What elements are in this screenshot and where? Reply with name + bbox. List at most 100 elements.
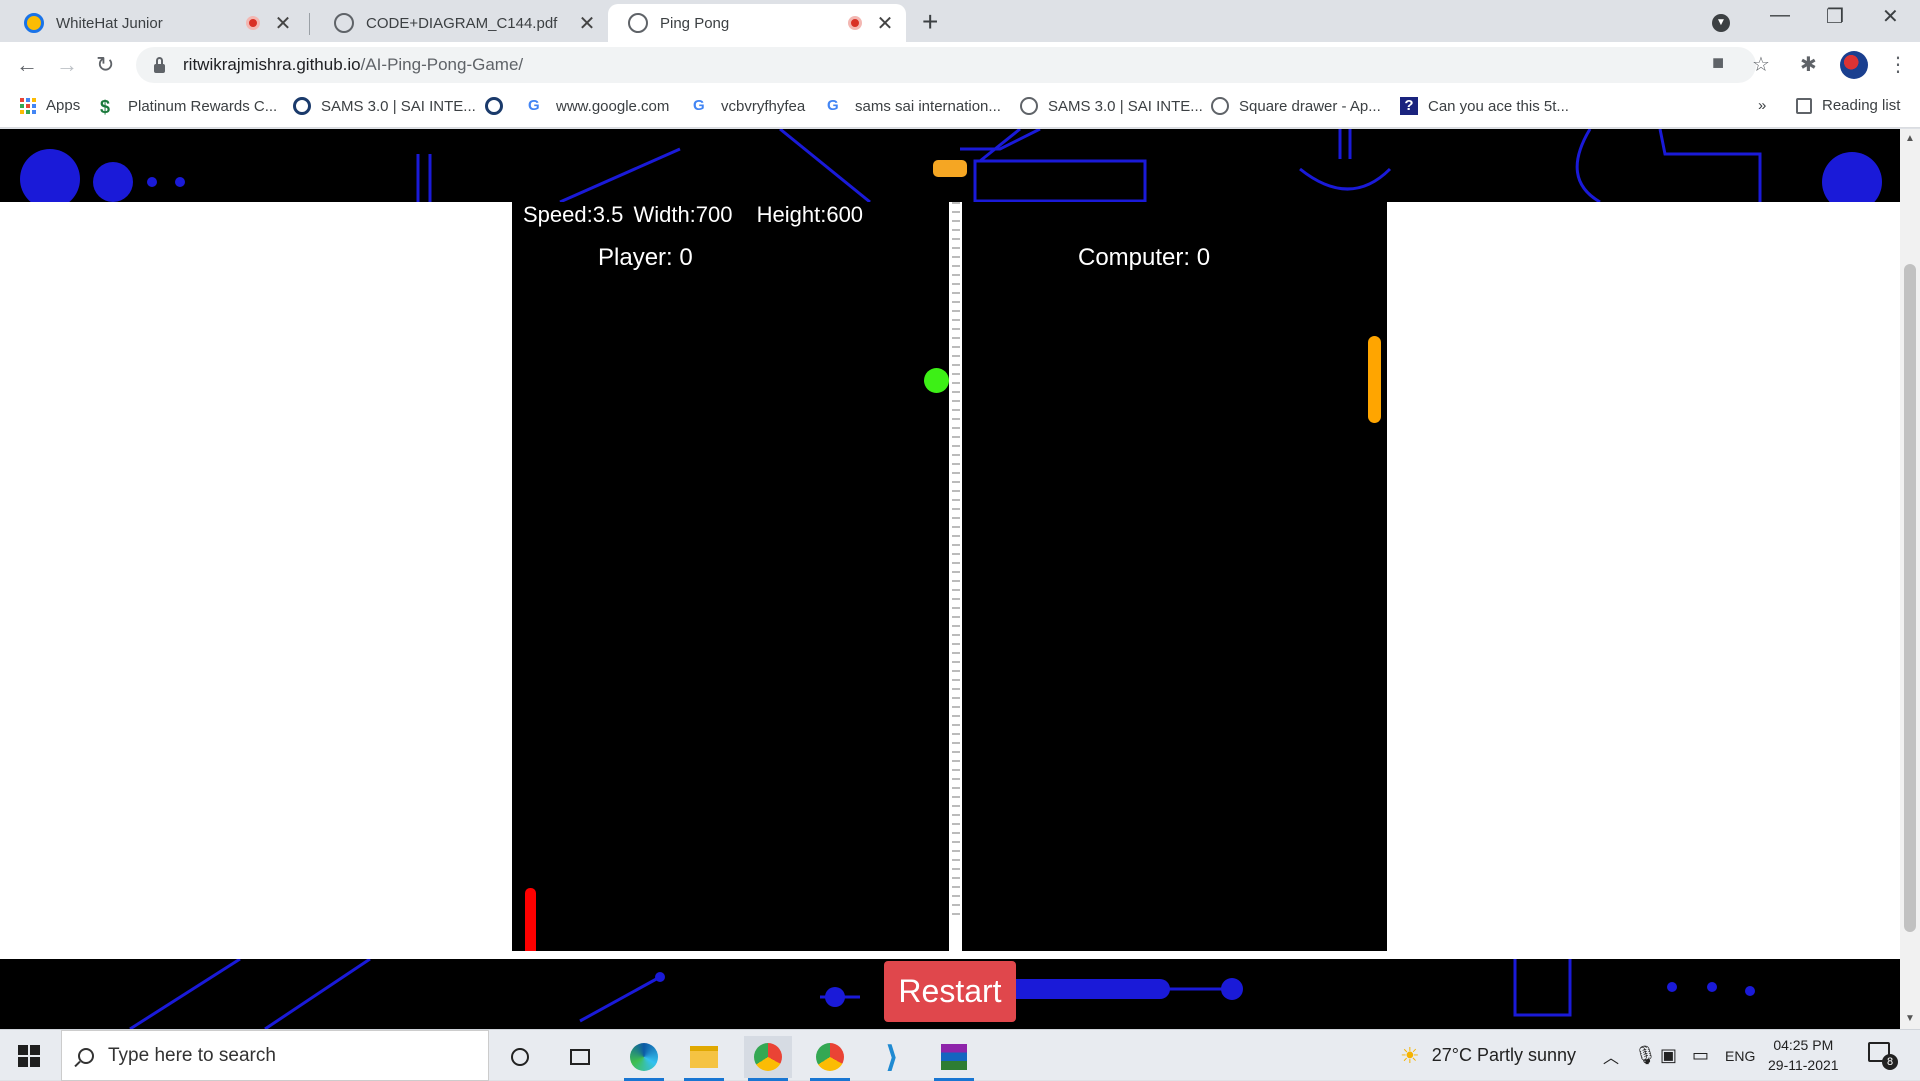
bookmark-apps[interactable]: Apps	[20, 97, 80, 114]
address-bar[interactable]: ritwikrajmishra.github.io/AI-Ping-Pong-G…	[136, 47, 1756, 83]
battery-icon[interactable]: ▭	[1692, 1030, 1709, 1081]
bookmark-google[interactable]: G www.google.com	[528, 97, 669, 115]
bookmark-sams-icon-only[interactable]	[485, 97, 513, 115]
network-icon[interactable]: ▣	[1660, 1030, 1677, 1081]
weather-text: 27°C Partly sunny	[1431, 1045, 1576, 1065]
bookmark-vcbvryfhyfea[interactable]: G vcbvryfhyfea	[693, 97, 805, 115]
new-tab-plus-icon[interactable]: +	[922, 6, 938, 38]
url-host: ritwikrajmishra.github.io	[183, 55, 361, 74]
scroll-down-arrow-icon[interactable]: ▼	[1905, 1013, 1915, 1024]
apps-grid-icon	[20, 97, 36, 114]
reload-icon[interactable]: ↻	[96, 52, 114, 78]
menu-kebab-icon[interactable]: ⋮	[1888, 52, 1908, 77]
bookmark-sams-2[interactable]: SAMS 3.0 | SAI INTE...	[1020, 97, 1203, 115]
whitehat-favicon-icon	[24, 13, 44, 33]
bookmark-star-icon[interactable]: ☆	[1752, 52, 1770, 77]
vscode-icon[interactable]: ⟩	[868, 1036, 916, 1078]
page-content: Speed:3.5 Width:700 Height:600 Player: 0…	[0, 129, 1900, 1029]
lock-icon	[154, 56, 165, 73]
chrome-profile-icon[interactable]	[806, 1036, 854, 1081]
forward-arrow-icon[interactable]: →	[56, 52, 78, 78]
speed-label: Speed:3.5	[523, 202, 624, 227]
chrome-icon[interactable]	[744, 1036, 792, 1081]
player-paddle[interactable]	[525, 888, 536, 951]
file-explorer-icon[interactable]	[680, 1036, 728, 1081]
language-indicator[interactable]: ENG	[1725, 1030, 1755, 1081]
globe-icon	[1020, 97, 1038, 115]
bookmark-ace-quiz[interactable]: ? Can you ace this 5t...	[1400, 97, 1569, 115]
tab-whitehat[interactable]: WhiteHat Junior ✕	[4, 4, 304, 42]
tab-ping-pong[interactable]: Ping Pong ✕	[608, 4, 906, 42]
bookmark-label: vcbvryfhyfea	[721, 97, 806, 115]
player-court	[512, 202, 949, 951]
width-label: Width:700	[633, 202, 733, 227]
restart-button[interactable]: Restart	[884, 961, 1016, 1022]
google-icon: G	[693, 97, 705, 114]
recording-icon	[246, 16, 260, 30]
sams-icon	[293, 97, 311, 115]
question-icon: ?	[1400, 97, 1418, 115]
url-path: /AI-Ping-Pong-Game/	[360, 55, 524, 74]
tab-code-diagram[interactable]: CODE+DIAGRAM_C144.pdf ✕	[314, 4, 608, 42]
height-label: Height:600	[756, 202, 864, 227]
tab-strip: WhiteHat Junior ✕ CODE+DIAGRAM_C144.pdf …	[0, 0, 1920, 42]
minimize-icon[interactable]: —	[1770, 4, 1790, 27]
google-icon: G	[528, 97, 540, 114]
top-decor-chip	[933, 160, 967, 177]
bookmark-square-drawer[interactable]: Square drawer - Ap...	[1211, 97, 1381, 115]
computer-court	[962, 202, 1387, 951]
scroll-up-arrow-icon[interactable]: ▲	[1905, 133, 1915, 144]
tab-title: WhiteHat Junior	[56, 14, 163, 32]
bookmark-label: Platinum Rewards C...	[128, 97, 278, 115]
bookmark-sams-sai[interactable]: G sams sai internation...	[827, 97, 1001, 115]
bookmark-label: Can you ace this 5t...	[1428, 97, 1569, 115]
search-placeholder: Type here to search	[108, 1044, 276, 1066]
weather-widget[interactable]: ☀ 27°C Partly sunny	[1400, 1030, 1576, 1081]
close-tab-icon[interactable]: ✕	[876, 11, 894, 36]
google-icon: G	[827, 97, 839, 114]
profile-avatar[interactable]	[1840, 51, 1868, 79]
maximize-icon[interactable]: ❐	[1826, 4, 1844, 29]
winrar-icon[interactable]	[930, 1036, 978, 1081]
clock[interactable]: 04:25 PM 29-11-2021	[1768, 1035, 1839, 1075]
extensions-puzzle-icon[interactable]: ✱	[1800, 52, 1817, 77]
taskbar-search-box[interactable]: Type here to search	[61, 1030, 489, 1081]
close-tab-icon[interactable]: ✕	[274, 11, 292, 36]
bookmark-platinum[interactable]: $ Platinum Rewards C...	[100, 97, 278, 117]
globe-icon	[628, 13, 648, 33]
close-window-icon[interactable]: ✕	[1882, 4, 1899, 29]
bookmarks-bar: Apps $ Platinum Rewards C... SAMS 3.0 | …	[0, 88, 1920, 128]
scroll-thumb[interactable]	[1904, 264, 1916, 932]
reading-list[interactable]: Reading list	[1796, 97, 1900, 114]
tab-search-icon[interactable]: ▼	[1712, 8, 1730, 32]
notifications-icon[interactable]: 8	[1868, 1042, 1898, 1070]
globe-icon	[334, 13, 354, 33]
bookmarks-overflow-chevron-icon[interactable]: »	[1758, 97, 1766, 114]
bookmark-sams-1[interactable]: SAMS 3.0 | SAI INTE...	[293, 97, 476, 115]
globe-icon	[1211, 97, 1229, 115]
close-tab-icon[interactable]: ✕	[578, 11, 596, 36]
microphone-icon[interactable]: 🎙	[1634, 1030, 1657, 1081]
recording-icon	[848, 16, 862, 30]
camera-icon[interactable]: ■	[1712, 52, 1724, 75]
windows-taskbar: Type here to search ⟩ ☀ 27°C Partly sunn…	[0, 1029, 1920, 1081]
ball	[924, 368, 949, 393]
page-scrollbar[interactable]: ▲ ▼	[1900, 129, 1920, 1029]
back-arrow-icon[interactable]: ←	[16, 52, 38, 78]
windows-start-icon[interactable]	[18, 1045, 40, 1067]
bookmark-label: SAMS 3.0 | SAI INTE...	[321, 97, 476, 115]
rewards-icon: $	[100, 97, 111, 117]
task-view-icon[interactable]	[556, 1036, 604, 1078]
net-dashes	[952, 202, 960, 922]
tray-overflow-chevron-icon[interactable]: ︿	[1603, 1030, 1619, 1081]
computer-paddle	[1368, 336, 1381, 423]
notification-count: 8	[1882, 1054, 1898, 1070]
tab-title: CODE+DIAGRAM_C144.pdf	[366, 14, 558, 32]
tab-title: Ping Pong	[660, 14, 730, 32]
edge-browser-icon[interactable]	[620, 1036, 668, 1081]
bookmark-label: www.google.com	[556, 97, 670, 115]
bookmark-label: Apps	[46, 97, 81, 114]
game-stats: Speed:3.5 Width:700 Height:600	[523, 202, 867, 228]
clock-time: 04:25 PM	[1773, 1037, 1834, 1053]
cortana-circle-icon[interactable]	[496, 1036, 544, 1078]
